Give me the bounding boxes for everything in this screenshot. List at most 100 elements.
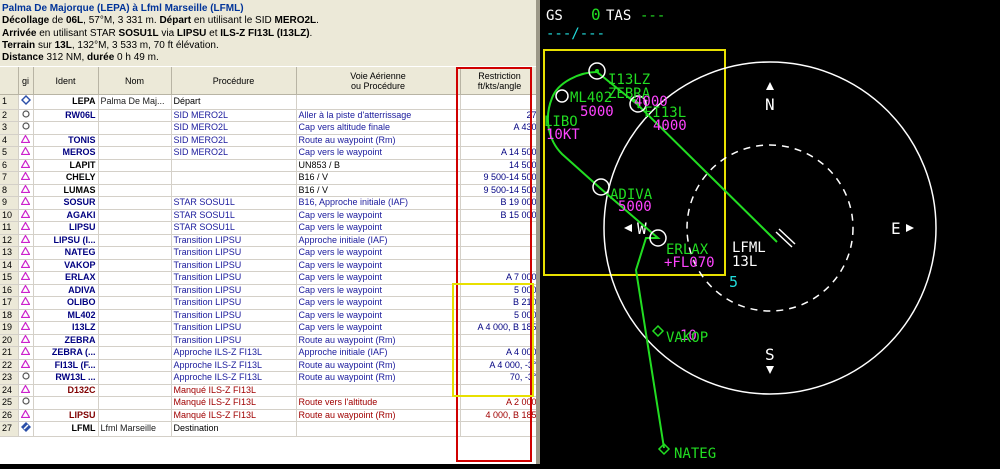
row-nom — [98, 409, 172, 422]
row-procedure: Manqué ILS-Z FI13L — [171, 384, 297, 397]
row-ident: ML402 — [33, 309, 99, 322]
row-nom — [98, 371, 172, 385]
row-index: 7 — [0, 171, 19, 185]
row-nom — [98, 259, 172, 272]
row-index: 8 — [0, 184, 19, 197]
flight-plan-panel: Palma De Majorque (LEPA) à Lfml Marseill… — [0, 0, 540, 464]
column-header-index[interactable] — [0, 67, 19, 95]
row-ident: FI13L (F... — [33, 359, 99, 372]
row-procedure — [171, 159, 297, 172]
row-voie: Route au waypoint (Rm) — [296, 359, 461, 372]
waypoint-vakop-icon[interactable] — [651, 324, 665, 338]
column-header-voie[interactable]: Voie Aérienne ou Procédure — [296, 67, 461, 95]
triangle-waypoint-icon — [18, 284, 34, 297]
row-ident: LFML — [33, 421, 99, 437]
row-index: 24 — [0, 384, 19, 397]
circle-waypoint-icon — [18, 121, 34, 135]
waypoint-libo-alt: 10KT — [546, 127, 580, 143]
row-index: 22 — [0, 359, 19, 372]
row-nom — [98, 271, 172, 285]
row-procedure: STAR SOSU1L — [171, 221, 297, 235]
row-voie: B16 / V — [296, 184, 461, 197]
departure-icon — [18, 94, 34, 110]
row-procedure: Transition LIPSU — [171, 334, 297, 347]
row-index: 18 — [0, 309, 19, 322]
row-ident — [33, 121, 99, 135]
row-index: 27 — [0, 421, 19, 437]
row-nom — [98, 321, 172, 335]
row-nom: Lfml Marseille — [98, 421, 172, 437]
row-voie: Route au waypoint (Rm) — [296, 409, 461, 422]
circle-waypoint-icon — [18, 396, 34, 410]
column-header-nom[interactable]: Nom — [98, 67, 172, 95]
row-voie: Cap vers le waypoint — [296, 146, 461, 160]
row-voie: Cap vers le waypoint — [296, 246, 461, 260]
row-ident: ERLAX — [33, 271, 99, 285]
row-voie: Cap vers altitude finale — [296, 121, 461, 135]
triangle-waypoint-icon — [18, 209, 34, 222]
tas-label: TAS — [606, 8, 631, 24]
gs-value: 0 — [591, 5, 601, 24]
row-ident: I13LZ — [33, 321, 99, 335]
row-voie: Aller à la piste d'atterrissage — [296, 109, 461, 122]
row-index: 1 — [0, 94, 19, 110]
triangle-waypoint-icon — [18, 146, 34, 160]
row-nom — [98, 396, 172, 410]
row-voie: Cap vers le waypoint — [296, 296, 461, 310]
row-ident: ZEBRA (... — [33, 346, 99, 360]
row-ident: VAKOP — [33, 259, 99, 272]
row-ident: CHELY — [33, 171, 99, 185]
row-procedure: Transition LIPSU — [171, 296, 297, 310]
row-nom — [98, 359, 172, 372]
row-nom — [98, 346, 172, 360]
terrain-line: Terrain sur 13L, 132°M, 3 533 m, 70 ft é… — [2, 39, 219, 51]
row-nom — [98, 384, 172, 397]
restriction-highlight-yellow — [452, 283, 534, 397]
waypoint-ml402-icon[interactable] — [555, 89, 569, 103]
row-procedure: Transition LIPSU — [171, 309, 297, 322]
row-nom — [98, 234, 172, 247]
row-procedure: Approche ILS-Z FI13L — [171, 371, 297, 385]
triangle-waypoint-icon — [18, 271, 34, 285]
arrival-line: Arrivée en utilisant STAR SOSU1L via LIP… — [2, 27, 313, 39]
row-index: 20 — [0, 334, 19, 347]
row-index: 12 — [0, 234, 19, 247]
column-header-ident[interactable]: Ident — [33, 67, 99, 95]
row-voie: B16 / V — [296, 171, 461, 185]
row-ident: D132C — [33, 384, 99, 397]
north-marker-icon — [766, 82, 774, 90]
departure-line: Décollage de 06L, 57°M, 3 331 m. Départ … — [2, 15, 319, 27]
compass-south: S — [765, 345, 775, 364]
range-label: 5 — [729, 273, 738, 291]
row-nom: Palma De Maj... — [98, 94, 172, 110]
east-marker-icon — [906, 224, 914, 232]
row-voie: Cap vers le waypoint — [296, 309, 461, 322]
row-nom — [98, 246, 172, 260]
triangle-waypoint-icon — [18, 134, 34, 147]
row-nom — [98, 196, 172, 210]
row-index: 19 — [0, 321, 19, 335]
row-nom — [98, 296, 172, 310]
row-index: 16 — [0, 284, 19, 297]
row-voie: UN853 / B — [296, 159, 461, 172]
triangle-waypoint-icon — [18, 259, 34, 272]
waypoint-adiva-icon[interactable] — [592, 178, 610, 196]
row-index: 14 — [0, 259, 19, 272]
row-procedure: SID MERO2L — [171, 121, 297, 135]
row-voie: Cap vers le waypoint — [296, 284, 461, 297]
compass-north: N — [765, 95, 775, 114]
row-procedure — [171, 184, 297, 197]
row-voie: Cap vers le waypoint — [296, 209, 461, 222]
row-voie: Cap vers le waypoint — [296, 321, 461, 335]
row-nom — [98, 309, 172, 322]
column-header-procedure[interactable]: Procédure — [171, 67, 297, 95]
row-procedure: Manqué ILS-Z FI13L — [171, 409, 297, 422]
row-ident: ZEBRA — [33, 334, 99, 347]
row-procedure: SID MERO2L — [171, 146, 297, 160]
row-nom — [98, 146, 172, 160]
row-index: 17 — [0, 296, 19, 310]
column-header-icon[interactable]: gi — [18, 67, 34, 95]
row-procedure: Destination — [171, 421, 297, 437]
waypoint-ml402-alt: 5000 — [580, 104, 614, 120]
row-ident: LIPSU — [33, 409, 99, 422]
